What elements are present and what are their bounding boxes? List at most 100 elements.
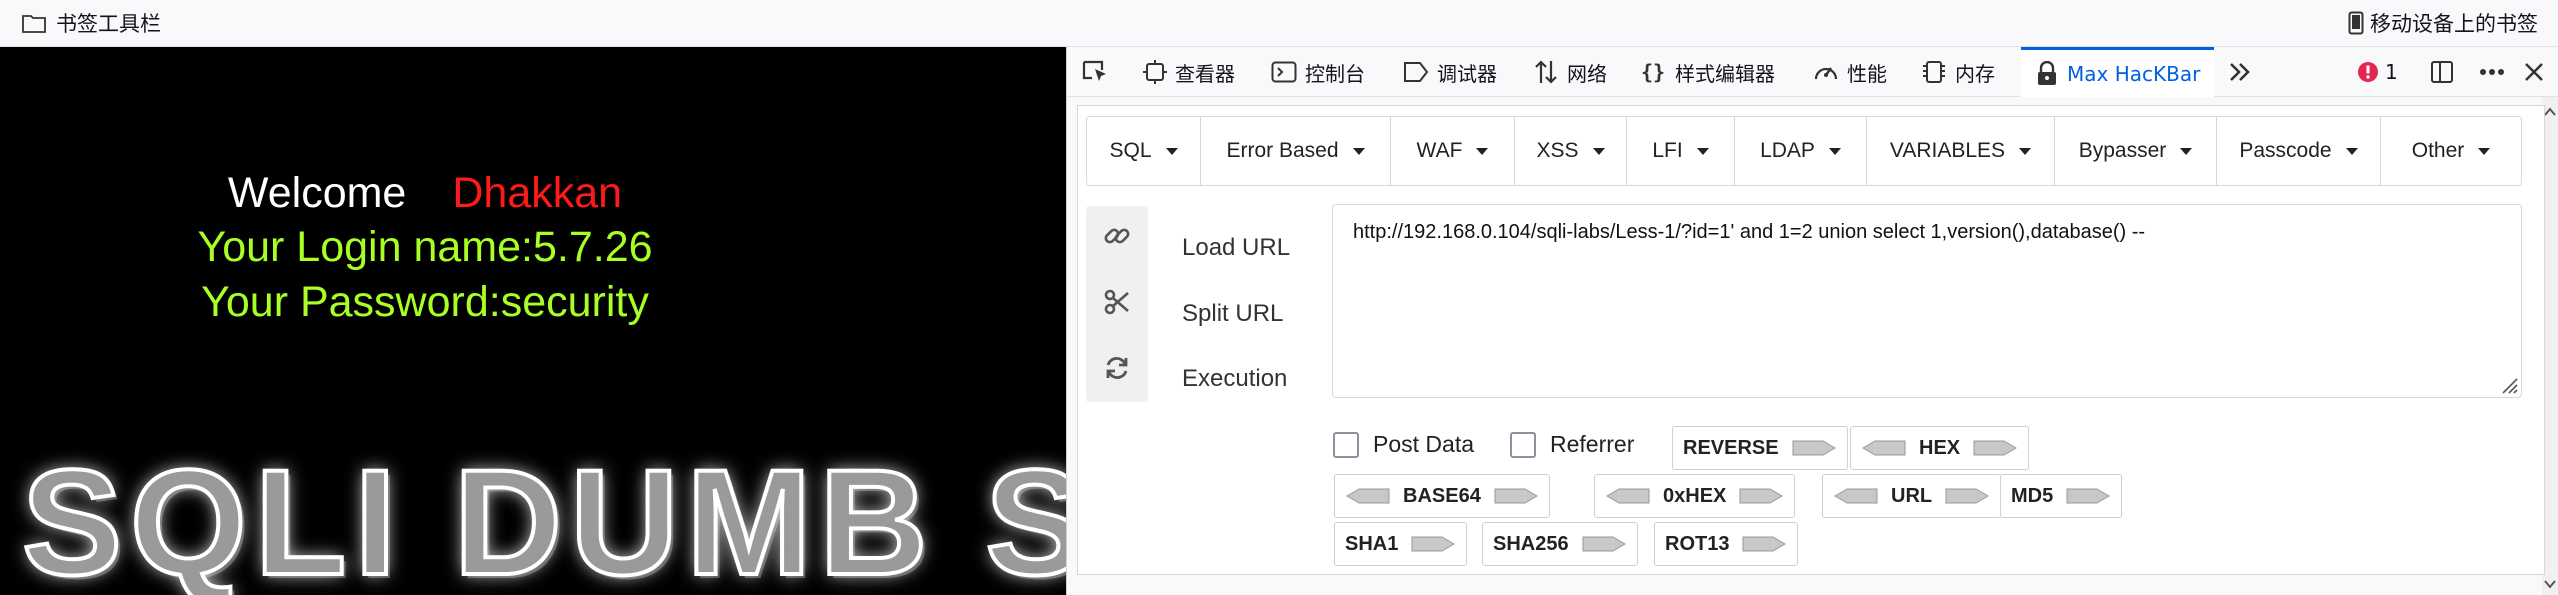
tab-style-editor-label: 样式编辑器	[1675, 61, 1775, 86]
welcome-line: Welcome Dhakkan	[0, 169, 850, 218]
username-text: Dhakkan	[452, 169, 623, 217]
tab-console-label: 控制台	[1305, 61, 1365, 86]
referrer-option[interactable]: Referrer	[1510, 431, 1634, 458]
tab-debugger-label: 调试器	[1437, 61, 1497, 86]
arrow-right-icon	[1582, 536, 1626, 552]
sha1-button[interactable]: SHA1	[1334, 522, 1468, 566]
action-icon-column	[1086, 206, 1148, 402]
tab-inspector-label: 查看器	[1175, 61, 1235, 86]
mobile-bookmarks[interactable]: 移动设备上的书签	[2348, 8, 2538, 38]
sha256-button[interactable]: SHA256	[1482, 522, 1638, 566]
md5-button[interactable]: MD5	[2000, 474, 2123, 518]
tab-memory[interactable]: 内存	[1921, 47, 1995, 97]
menu-passcode[interactable]: Passcode	[2217, 117, 2381, 185]
hackbar-icon	[2035, 60, 2059, 87]
bookmarks-toolbar: 书签工具栏 移动设备上的书签	[0, 0, 2558, 47]
menu-ldap-label: LDAP	[1760, 139, 1815, 162]
error-count-badge[interactable]: 1	[2357, 47, 2398, 97]
oxhex-button[interactable]: 0xHEX	[1594, 474, 1796, 518]
element-picker-button[interactable]	[1081, 47, 1109, 97]
tab-console[interactable]: 控制台	[1271, 47, 1365, 97]
base64-button[interactable]: BASE64	[1334, 474, 1550, 518]
picker-icon	[1081, 59, 1109, 85]
menu-variables[interactable]: VARIABLES	[1867, 117, 2055, 185]
dock-options-button[interactable]	[2429, 47, 2455, 97]
menu-xss-label: XSS	[1536, 139, 1579, 162]
devtools-menu-button[interactable]	[2479, 47, 2505, 97]
caret-down-icon	[2345, 147, 2358, 155]
hackbar-menu-row: SQL Error Based WAF XSS LFI LDAP VARIABL…	[1086, 116, 2522, 186]
menu-lfi[interactable]: LFI	[1627, 117, 1735, 185]
arrow-left-icon	[1606, 488, 1650, 504]
arrow-left-icon	[1834, 488, 1878, 504]
post-data-label: Post Data	[1373, 431, 1474, 457]
menu-other[interactable]: Other	[2381, 117, 2521, 185]
menu-variables-label: VARIABLES	[1889, 139, 2006, 162]
url-input[interactable]: http://192.168.0.104/sqli-labs/Less-1/?i…	[1332, 204, 2522, 398]
scissors-icon[interactable]	[1103, 288, 1131, 316]
bookmarks-folder[interactable]: 书签工具栏	[22, 8, 161, 38]
error-count: 1	[2385, 60, 2398, 84]
tab-style-editor[interactable]: {} 样式编辑器	[1641, 47, 1775, 97]
welcome-text: Welcome	[227, 169, 407, 217]
menu-sql-label: SQL	[1109, 139, 1152, 162]
split-url-button[interactable]: Split URL	[1182, 300, 1283, 328]
devtools-toolbar: 查看器 控制台 调试器 网络 {} 样式编辑器 性能 内存 Max HacKBa…	[1067, 47, 2558, 97]
sha1-label: SHA1	[1345, 532, 1399, 555]
post-data-checkbox[interactable]	[1333, 431, 1359, 458]
mobile-bookmarks-label: 移动设备上的书签	[2370, 12, 2538, 36]
referrer-checkbox[interactable]	[1510, 431, 1536, 458]
refresh-icon[interactable]	[1103, 354, 1131, 382]
inspector-icon	[1143, 60, 1167, 84]
rot13-label: ROT13	[1665, 532, 1730, 555]
close-devtools-button[interactable]	[2523, 47, 2545, 97]
style-editor-icon: {}	[1641, 59, 1667, 85]
menu-waf-label: WAF	[1416, 139, 1463, 162]
tab-performance[interactable]: 性能	[1813, 47, 1887, 97]
debugger-icon	[1403, 61, 1429, 83]
arrow-right-icon	[1739, 488, 1784, 504]
caret-down-icon	[1165, 147, 1178, 155]
caret-down-icon	[1696, 147, 1709, 155]
caret-down-icon	[2478, 147, 2491, 155]
more-tabs-button[interactable]	[2227, 47, 2253, 97]
menu-ldap[interactable]: LDAP	[1735, 117, 1867, 185]
resize-grip-icon[interactable]	[2497, 373, 2519, 395]
tab-network[interactable]: 网络	[1533, 47, 1607, 97]
oxhex-label: 0xHEX	[1663, 484, 1727, 507]
hex-label: HEX	[1919, 436, 1961, 459]
arrow-right-icon	[1742, 536, 1787, 552]
error-icon	[2357, 61, 2379, 83]
dock-side-icon	[2429, 59, 2455, 85]
post-data-option[interactable]: Post Data	[1333, 431, 1474, 458]
svg-text:{}: {}	[1641, 60, 1665, 84]
mobile-device-icon	[2348, 11, 2364, 35]
link-icon[interactable]	[1103, 222, 1131, 250]
close-icon	[2523, 61, 2545, 83]
execution-button[interactable]: Execution	[1182, 365, 1287, 393]
tab-max-hackbar[interactable]: Max HacKBar	[2021, 47, 2215, 97]
menu-waf[interactable]: WAF	[1391, 117, 1515, 185]
menu-sql[interactable]: SQL	[1087, 117, 1201, 185]
performance-icon	[1813, 59, 1839, 85]
menu-bypasser[interactable]: Bypasser	[2055, 117, 2217, 185]
hex-button[interactable]: HEX	[1850, 426, 2030, 470]
bookmarks-toolbar-label: 书签工具栏	[56, 12, 161, 36]
rot13-button[interactable]: ROT13	[1654, 522, 1799, 566]
arrow-right-icon	[2066, 488, 2111, 504]
tab-max-hackbar-label: Max HacKBar	[2067, 61, 2201, 86]
tab-network-label: 网络	[1567, 61, 1607, 86]
menu-error-based[interactable]: Error Based	[1201, 117, 1391, 185]
arrow-left-icon	[1346, 488, 1390, 504]
hackbar-panel: SQL Error Based WAF XSS LFI LDAP VARIABL…	[1077, 105, 2545, 575]
arrow-right-icon	[1411, 536, 1456, 552]
web-page-content: Welcome Dhakkan Your Login name:5.7.26 Yo…	[0, 47, 1066, 595]
arrow-right-icon	[1945, 488, 1990, 504]
tab-debugger[interactable]: 调试器	[1403, 47, 1497, 97]
load-url-button[interactable]: Load URL	[1182, 234, 1290, 262]
menu-xss[interactable]: XSS	[1515, 117, 1627, 185]
tab-inspector[interactable]: 查看器	[1143, 47, 1235, 97]
url-encode-button[interactable]: URL	[1822, 474, 2002, 518]
reverse-button[interactable]: REVERSE	[1672, 426, 1848, 470]
login-name-text: Your Login name:5.7.26	[197, 223, 653, 271]
